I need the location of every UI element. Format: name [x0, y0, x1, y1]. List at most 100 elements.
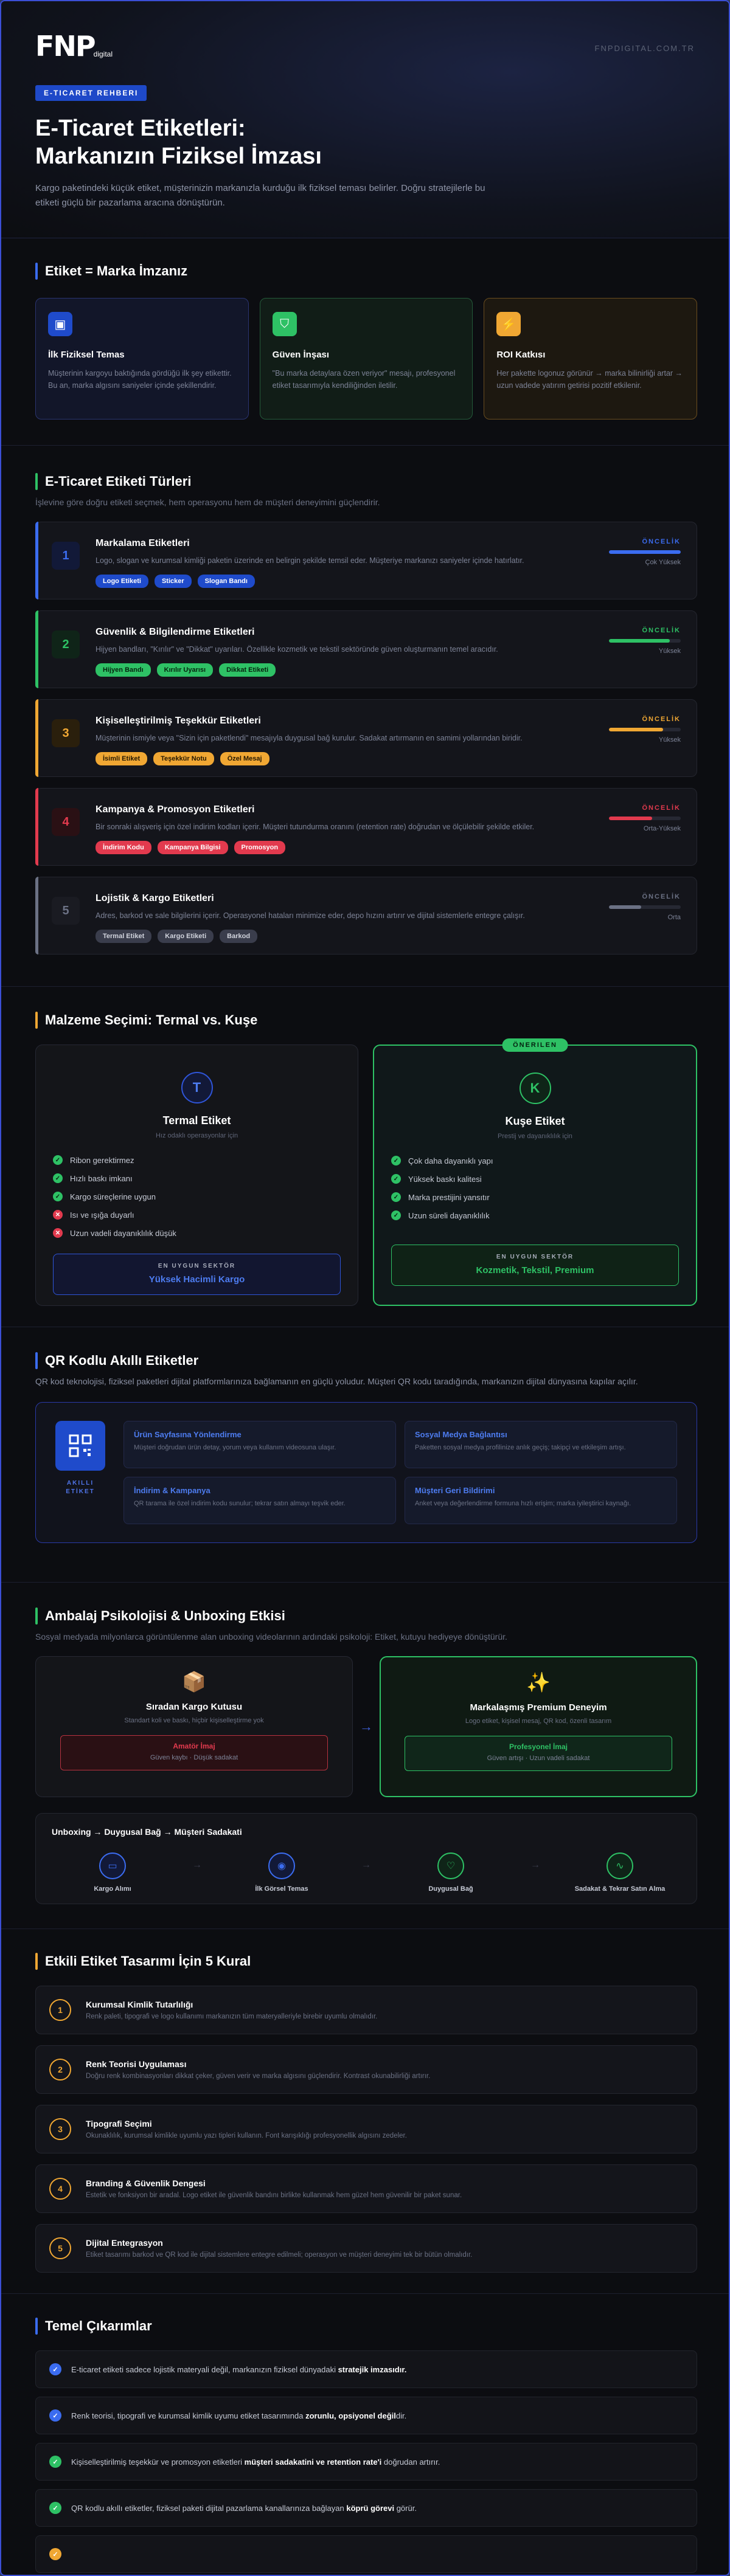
takeaway-bold: zorunlu, opsiyonel değil [305, 2411, 396, 2420]
priority-value: Yüksek [658, 647, 681, 655]
result-desc: Güven artışı · Uzun vadeli sadakat [487, 1755, 590, 1762]
type-title: Kampanya & Promosyon Etiketleri [96, 804, 255, 815]
priority-value: Orta [667, 914, 681, 921]
feature-item: ✓ Çok daha dayanıklı yapı [391, 1156, 679, 1165]
takeaway-bold: köprü görevi [346, 2503, 395, 2513]
section-title: Etiket = Marka İmzanız [45, 263, 188, 278]
hero: FNP digital FNPDIGITAL.COM.TR E-TICARET … [1, 1, 729, 238]
feature-item: ✕ Uzun vadeli dayanıklılık düşük [53, 1228, 341, 1238]
type-title: Markalama Etiketleri [96, 538, 190, 548]
divider [1, 445, 729, 446]
check-icon: ✓ [391, 1192, 401, 1202]
check-icon: ✓ [391, 1156, 401, 1165]
card-title: Markalaşmış Premium Deneyim [470, 1702, 607, 1713]
priority-fill [609, 728, 663, 731]
qr-use-case: Müşteri Geri Bildirimi Anket veya değerle… [405, 1477, 677, 1524]
thermal-badge-icon: T [181, 1072, 213, 1103]
tag-chip: Kargo Etiketi [158, 930, 214, 943]
flow-step: ♡ Duygusal Bağ [402, 1853, 499, 1893]
label-type-row: 3 Kişiselleştirilmiş Teşekkür Etiketleri M… [35, 699, 697, 777]
priority-bar [609, 639, 681, 643]
feature-item: ✓ Yüksek baskı kalitesi [391, 1174, 679, 1184]
priority-meter: ÖNCELİK Orta-Yüksek [609, 804, 681, 832]
logo-mark: FNP [35, 30, 96, 63]
takeaway-post: dir. [395, 2411, 407, 2420]
shield-icon: ⛉ [272, 312, 297, 336]
section-heading: Malzeme Seçimi: Termal vs. Kuşe [35, 1012, 697, 1029]
card-subtitle: Prestij ve dayanıklılık için [498, 1133, 572, 1140]
feature-text: Uzun süreli dayanıklılık [408, 1210, 490, 1220]
section-title: E-Ticaret Etiketi Türleri [45, 474, 192, 489]
section-heading: Etkili Etiket Tasarımı İçin 5 Kural [35, 1953, 697, 1970]
feature-item: ✓ Ribon gerektirmez [53, 1155, 341, 1165]
best-sector-box: EN UYGUN SEKTÖR Kozmetik, Tekstil, Premi… [391, 1245, 679, 1286]
check-icon: ✓ [49, 2502, 61, 2514]
check-icon: ✓ [391, 1174, 401, 1184]
priority-meter: ÖNCELİK Yüksek [609, 627, 681, 655]
priority-bar [609, 550, 681, 554]
rule-desc: Okunaklılık, kurumsal kimlikle uyumlu ya… [86, 2132, 407, 2139]
card-plain-box: 📦 Sıradan Kargo Kutusu Standart koli ve … [35, 1656, 353, 1797]
arrow-right-icon: → [360, 1719, 373, 1734]
tag-chip: Logo Etiketi [96, 575, 148, 588]
feature-text: Yüksek baskı kalitesi [408, 1174, 482, 1184]
smart-label-line2: ETİKET [66, 1488, 95, 1495]
rule-body: Kurumsal Kimlik Tutarlılığı Renk paleti, … [86, 2000, 377, 2020]
priority-fill [609, 550, 681, 554]
tag-list: Hijyen Bandı Kırılır Uyarısı Dikkat Etiket… [96, 663, 558, 677]
rule-desc: Doğru renk kombinasyonları dikkat çeker,… [86, 2073, 431, 2080]
rule-number: 4 [49, 2178, 71, 2200]
site-url[interactable]: FNPDIGITAL.COM.TR [595, 44, 695, 53]
heading-accent [35, 263, 38, 280]
use-case-title: Müşteri Geri Bildirimi [415, 1486, 495, 1495]
heading-accent [35, 1352, 38, 1369]
smart-label-caption: AKILLI ETİKET [55, 1479, 105, 1496]
section-design-rules: Etkili Etiket Tasarımı İçin 5 Kural 1 Kur… [35, 1953, 697, 2273]
tag-chip: İsimli Etiket [96, 752, 148, 765]
label-type-row: 1 Markalama Etiketleri Logo, slogan ve kur… [35, 522, 697, 599]
section-subtitle: İşlevine göre doğru etiketi seçmek, hem … [35, 497, 380, 507]
rule-title: Dijital Entegrasyon [86, 2238, 163, 2248]
takeaway-pre: E-ticaret etiketi sadece lojistik matery… [71, 2364, 338, 2374]
tag-list: Logo Etiketi Sticker Slogan Bandı [96, 575, 558, 588]
section-title: QR Kodlu Akıllı Etiketler [45, 1353, 199, 1368]
takeaway-item: ✓ E-ticaret etiketi sadece lojistik mater… [35, 2350, 697, 2388]
label-type-row: 2 Güvenlik & Bilgilendirme Etiketleri Hijy… [35, 610, 697, 688]
result-box: Profesyonel İmaj Güven artışı · Uzun vad… [405, 1736, 672, 1771]
takeaway-text: Kişiselleştirilmiş teşekkür ve promosyon… [71, 2457, 440, 2467]
rule-item: 5 Dijital Entegrasyon Etiket tasarımı bark… [35, 2224, 697, 2273]
card-title: Güven İnşası [272, 350, 330, 360]
rule-body: Branding & Güvenlik Dengesi Estetik ve fo… [86, 2178, 462, 2199]
feature-text: Ribon gerektirmez [70, 1155, 134, 1165]
priority-fill [609, 817, 652, 820]
rule-number: 1 [49, 1999, 71, 2021]
takeaway-item: ✓ Renk teorisi, tipografi ve kurumsal kim… [35, 2397, 697, 2434]
rule-title: Kurumsal Kimlik Tutarlılığı [86, 2000, 193, 2009]
sparkles-icon: ✨ [526, 1671, 551, 1693]
section-heading: QR Kodlu Akıllı Etiketler [35, 1352, 697, 1369]
rule-item: 3 Tipografi Seçimi Okunaklılık, kurumsal k… [35, 2105, 697, 2153]
flow-step: ◉ İlk Görsel Temas [233, 1853, 330, 1893]
priority-label: ÖNCELİK [642, 538, 681, 545]
tag-chip: Termal Etiket [96, 930, 152, 943]
section-title: Temel Çıkarımlar [45, 2318, 152, 2333]
card-desc: Logo etiket, kişisel mesaj, QR kod, özen… [465, 1718, 612, 1725]
row-accent [35, 877, 38, 955]
feature-text: Isı ve ışığa duyarlı [70, 1210, 134, 1220]
rule-body: Renk Teorisi Uygulaması Doğru renk kombin… [86, 2059, 430, 2080]
check-icon: ✓ [53, 1155, 63, 1165]
section-title: Etkili Etiket Tasarımı İçin 5 Kural [45, 1953, 251, 1969]
page-title: E-Ticaret Etiketleri: Markanızın Fiziksel… [35, 114, 695, 170]
rule-desc: Renk paleti, tipografi ve logo kullanımı… [86, 2013, 378, 2020]
row-accent [35, 610, 38, 688]
check-icon: ✓ [49, 2409, 61, 2422]
flow-step: ▭ Kargo Alımı [64, 1853, 161, 1893]
best-sector-label: EN UYGUN SEKTÖR [158, 1263, 236, 1269]
row-accent [35, 788, 38, 866]
section-takeaways: Temel Çıkarımlar ✓ E-ticaret etiketi sade… [35, 2318, 697, 2573]
cross-icon: ✕ [53, 1228, 63, 1238]
card-title: Kuşe Etiket [505, 1115, 565, 1127]
type-title: Kişiselleştirilmiş Teşekkür Etiketleri [96, 716, 261, 726]
type-number: 5 [52, 897, 80, 925]
type-body: Markalama Etiketleri Logo, slogan ve kuru… [96, 536, 558, 588]
